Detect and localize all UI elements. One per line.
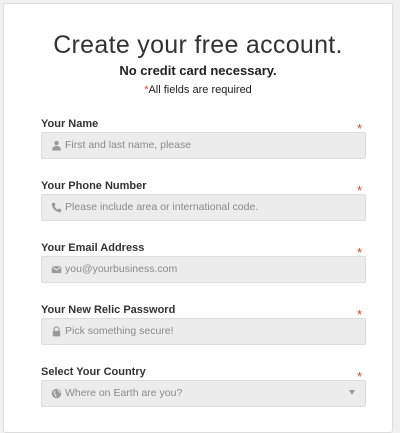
lock-icon: [52, 326, 61, 337]
email-placeholder: you@yourbusiness.com: [65, 263, 178, 275]
email-input[interactable]: you@yourbusiness.com: [41, 256, 366, 283]
chevron-down-icon: [349, 390, 355, 395]
phone-icon: [51, 202, 62, 213]
phone-placeholder: Please include area or international cod…: [65, 201, 259, 213]
country-label: Select Your Country: [41, 366, 146, 378]
required-note-text: All fields are required: [148, 84, 252, 96]
country-placeholder: Where on Earth are you?: [65, 387, 183, 399]
email-label: Your Email Address: [41, 242, 145, 254]
name-label: Your Name: [41, 118, 99, 130]
page-title: Create your free account.: [53, 31, 343, 59]
password-placeholder: Pick something secure!: [65, 325, 174, 337]
name-placeholder: First and last name, please: [65, 139, 192, 151]
password-label: Your New Relic Password: [41, 304, 176, 316]
country-select[interactable]: Where on Earth are you?: [41, 380, 366, 407]
phone-label: Your Phone Number: [41, 180, 147, 192]
page-subtitle: No credit card necessary.: [119, 63, 277, 78]
name-input[interactable]: First and last name, please: [41, 132, 366, 159]
person-icon: [52, 140, 61, 151]
phone-input[interactable]: Please include area or international cod…: [41, 194, 366, 221]
password-input[interactable]: Pick something secure!: [41, 318, 366, 345]
required-fields-note: *All fields are required: [4, 84, 392, 96]
globe-icon: [51, 388, 62, 399]
signup-card: Create your free account. No credit card…: [3, 3, 393, 433]
email-icon: [51, 266, 62, 274]
